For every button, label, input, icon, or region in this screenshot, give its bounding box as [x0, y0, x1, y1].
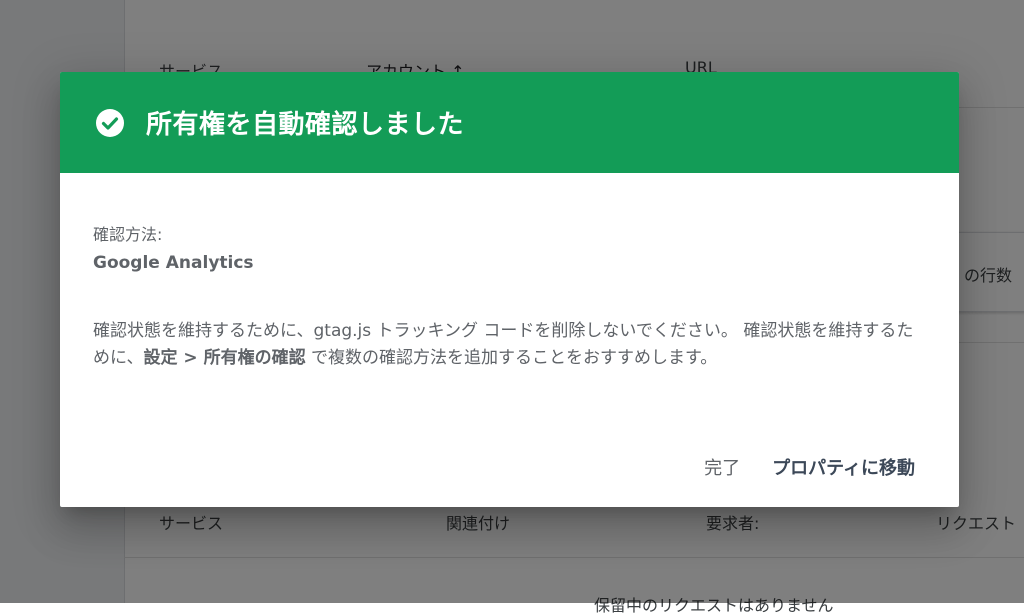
dialog-body: 確認方法: Google Analytics 確認状態を維持するために、gtag… — [60, 221, 959, 372]
done-button[interactable]: 完了 — [688, 446, 756, 488]
check-circle-icon — [96, 108, 124, 137]
dialog-actions: 完了 プロパティに移動 — [60, 427, 959, 507]
verification-method-value: Google Analytics — [93, 253, 254, 273]
go-to-property-button[interactable]: プロパティに移動 — [756, 446, 931, 488]
verification-method-label: 確認方法: — [93, 225, 163, 244]
ownership-verified-dialog: 所有権を自動確認しました 確認方法: Google Analytics 確認状態… — [60, 72, 959, 507]
dialog-header: 所有権を自動確認しました — [60, 72, 959, 173]
description-text-end: で複数の確認方法を追加することをおすすめします。 — [305, 348, 718, 368]
dialog-title: 所有権を自動確認しました — [146, 110, 465, 140]
dialog-description: 確認状態を維持するために、gtag.js トラッキング コードを削除しないでくだ… — [93, 318, 929, 372]
settings-path-text: 設定 > 所有権の確認 — [143, 348, 306, 368]
